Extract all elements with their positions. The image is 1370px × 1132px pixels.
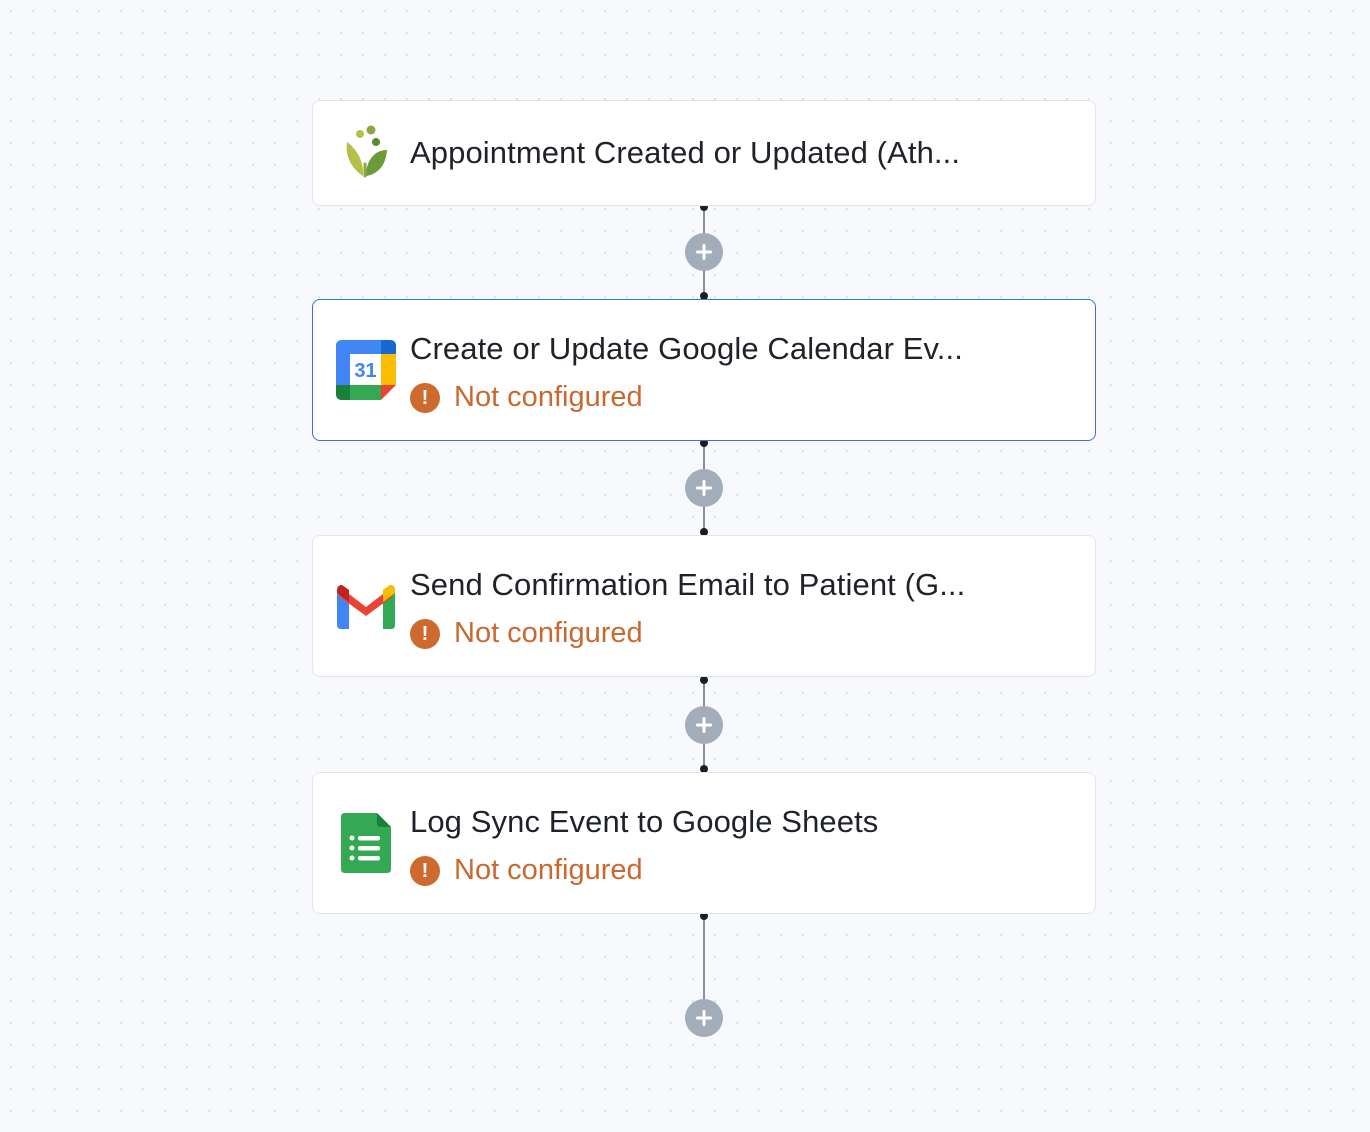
workflow-canvas[interactable]: Appointment Created or Updated (Ath... 3… [0, 0, 1370, 1132]
node-status: ! Not configured [410, 617, 643, 650]
workflow-node-google-sheets[interactable]: Log Sync Event to Google Sheets ! Not co… [312, 772, 1096, 914]
plus-icon [696, 717, 712, 733]
workflow-node-google-calendar[interactable]: 31 Create or Update Google Calendar Ev..… [312, 299, 1096, 441]
node-title: Log Sync Event to Google Sheets [410, 804, 879, 839]
node-status: ! Not configured [410, 854, 643, 887]
add-step-button[interactable] [685, 999, 723, 1037]
node-title: Send Confirmation Email to Patient (G... [410, 567, 966, 602]
node-title: Create or Update Google Calendar Ev... [410, 331, 963, 366]
google-sheets-icon [336, 813, 396, 873]
add-step-button[interactable] [685, 706, 723, 744]
gmail-icon [336, 576, 396, 636]
status-text: Not configured [454, 854, 643, 886]
warning-icon: ! [410, 382, 440, 413]
add-step-button[interactable] [685, 233, 723, 271]
google-calendar-icon: 31 [336, 340, 396, 400]
warning-icon: ! [410, 855, 440, 886]
node-status: ! Not configured [410, 381, 643, 414]
add-step-button[interactable] [685, 469, 723, 507]
connector-dot [700, 676, 708, 684]
warning-icon: ! [410, 618, 440, 649]
calendar-date-text: 31 [354, 360, 376, 382]
plus-icon [696, 244, 712, 260]
athenahealth-leaf-icon [336, 123, 396, 183]
workflow-node-trigger[interactable]: Appointment Created or Updated (Ath... [312, 100, 1096, 206]
status-text: Not configured [454, 381, 643, 413]
workflow-node-gmail[interactable]: Send Confirmation Email to Patient (G...… [312, 535, 1096, 677]
node-title: Appointment Created or Updated (Ath... [410, 135, 961, 170]
plus-icon [696, 480, 712, 496]
status-text: Not configured [454, 617, 643, 649]
plus-icon [696, 1010, 712, 1026]
